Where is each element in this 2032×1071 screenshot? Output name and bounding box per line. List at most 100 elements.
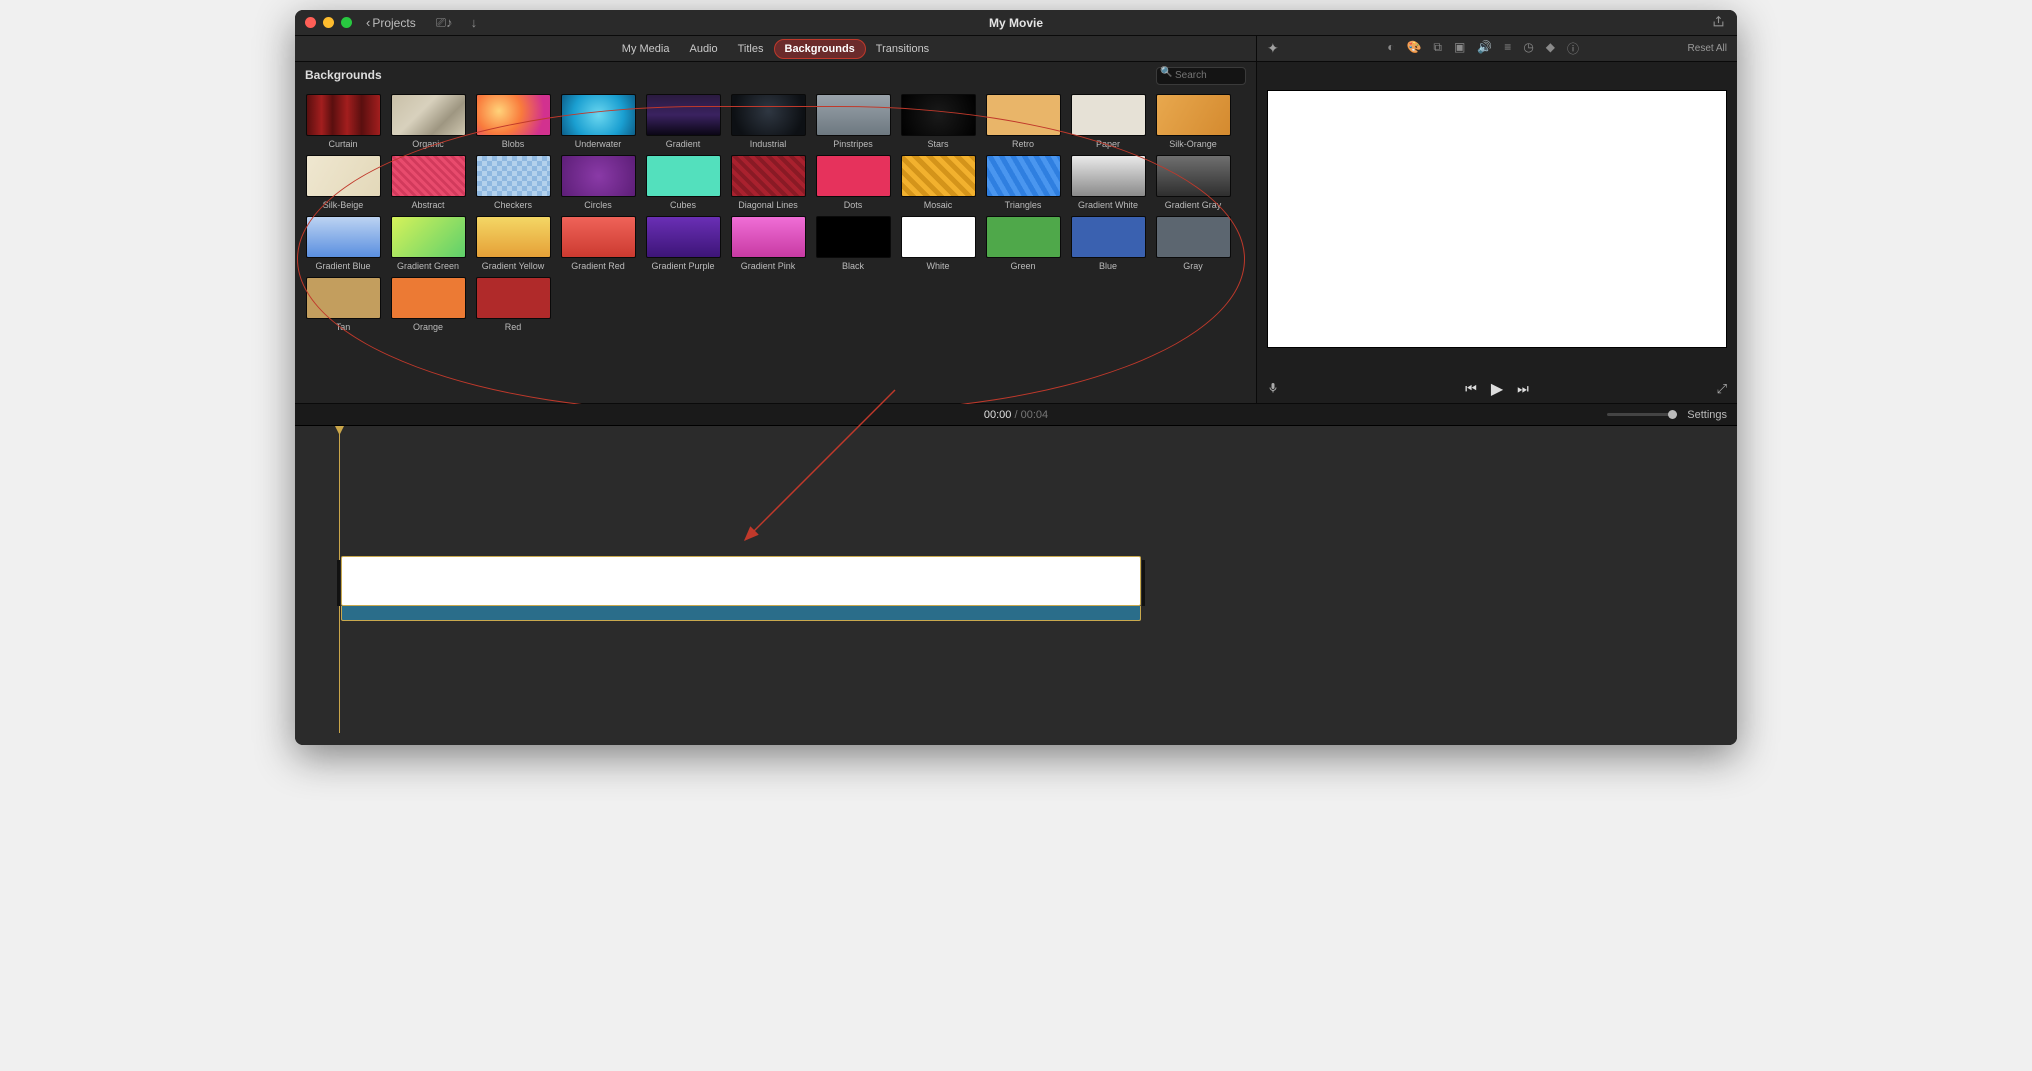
background-swatch [816, 94, 891, 136]
background-thumb-abstract[interactable]: Abstract [388, 155, 468, 210]
background-swatch [986, 155, 1061, 197]
background-swatch [986, 94, 1061, 136]
background-thumb-curtain[interactable]: Curtain [303, 94, 383, 149]
microphone-icon[interactable] [1267, 381, 1279, 398]
background-label: Gray [1183, 261, 1203, 271]
background-swatch [646, 155, 721, 197]
share-icon[interactable] [1712, 15, 1725, 31]
download-icon[interactable]: ↓ [471, 15, 478, 30]
background-thumb-gray[interactable]: Gray [1153, 216, 1233, 271]
background-label: Pinstripes [833, 139, 873, 149]
background-swatch [391, 94, 466, 136]
background-thumb-gradient-green[interactable]: Gradient Green [388, 216, 468, 271]
fullscreen-icon[interactable]: ⤢ [1717, 381, 1727, 397]
background-thumb-silk-orange[interactable]: Silk-Orange [1153, 94, 1233, 149]
background-label: Blobs [502, 139, 525, 149]
movie-title: My Movie [295, 16, 1737, 30]
timeline-clip[interactable] [341, 556, 1141, 621]
background-thumb-organic[interactable]: Organic [388, 94, 468, 149]
tab-backgrounds[interactable]: Backgrounds [774, 39, 866, 59]
clip-trim-left[interactable] [337, 560, 340, 606]
background-thumb-mosaic[interactable]: Mosaic [898, 155, 978, 210]
background-thumb-gradient[interactable]: Gradient [643, 94, 723, 149]
background-thumb-gradient-gray[interactable]: Gradient Gray [1153, 155, 1233, 210]
prev-frame-icon[interactable]: ⏮ [1465, 381, 1477, 397]
background-thumb-paper[interactable]: Paper [1068, 94, 1148, 149]
background-label: Curtain [328, 139, 357, 149]
zoom-knob[interactable] [1668, 410, 1677, 419]
noise-reduction-icon[interactable]: ≡ [1504, 40, 1511, 57]
stabilize-icon[interactable]: ▣ [1454, 40, 1465, 57]
speed-icon[interactable]: ◷ [1523, 40, 1533, 57]
timebar-right: Settings [1607, 409, 1727, 421]
tab-titles[interactable]: Titles [728, 40, 774, 58]
tab-my-media[interactable]: My Media [612, 40, 680, 58]
color-balance-icon[interactable]: ◐ [1387, 40, 1394, 57]
background-thumb-checkers[interactable]: Checkers [473, 155, 553, 210]
background-label: Dots [844, 200, 863, 210]
viewer-toolbar: ✦ ◐ 🎨 ⧉ ▣ 🔊 ≡ ◷ ◆ ⓘ Reset All [1257, 36, 1737, 62]
background-label: Circles [584, 200, 612, 210]
background-label: Green [1010, 261, 1035, 271]
clip-trim-right[interactable] [1142, 560, 1145, 606]
background-thumb-white[interactable]: White [898, 216, 978, 271]
browser-tabs: My MediaAudioTitlesBackgroundsTransition… [295, 36, 1256, 62]
background-swatch [731, 94, 806, 136]
background-label: Silk-Beige [323, 200, 364, 210]
background-thumb-blue[interactable]: Blue [1068, 216, 1148, 271]
background-thumb-tan[interactable]: Tan [303, 277, 383, 332]
crop-icon[interactable]: ⧉ [1433, 40, 1442, 57]
filter-icon[interactable]: ◆ [1546, 40, 1555, 57]
color-correction-icon[interactable]: 🎨 [1406, 40, 1421, 57]
background-thumb-stars[interactable]: Stars [898, 94, 978, 149]
info-icon[interactable]: ⓘ [1567, 40, 1579, 57]
timeline[interactable] [295, 426, 1737, 745]
magic-wand-icon[interactable]: ✦ [1267, 40, 1279, 57]
play-icon[interactable]: ▶ [1491, 379, 1503, 399]
background-swatch [816, 155, 891, 197]
background-thumb-cubes[interactable]: Cubes [643, 155, 723, 210]
play-controls: ⏮ ▶ ⏭ [1465, 379, 1529, 399]
maximize-window-button[interactable] [341, 17, 352, 28]
background-thumb-gradient-blue[interactable]: Gradient Blue [303, 216, 383, 271]
next-frame-icon[interactable]: ⏭ [1517, 381, 1529, 397]
background-thumb-green[interactable]: Green [983, 216, 1063, 271]
import-media-icon[interactable]: ⎚♪ [436, 15, 453, 31]
tab-audio[interactable]: Audio [679, 40, 727, 58]
background-label: Paper [1096, 139, 1120, 149]
background-thumb-circles[interactable]: Circles [558, 155, 638, 210]
panel-header: Backgrounds 🔍 [295, 62, 1256, 88]
background-thumb-black[interactable]: Black [813, 216, 893, 271]
background-swatch [306, 277, 381, 319]
minimize-window-button[interactable] [323, 17, 334, 28]
tab-transitions[interactable]: Transitions [866, 40, 939, 58]
background-thumb-dots[interactable]: Dots [813, 155, 893, 210]
adjust-tools: ◐ 🎨 ⧉ ▣ 🔊 ≡ ◷ ◆ ⓘ [1387, 40, 1579, 57]
clip-video-track[interactable] [341, 556, 1141, 606]
background-thumb-silk-beige[interactable]: Silk-Beige [303, 155, 383, 210]
background-thumb-gradient-white[interactable]: Gradient White [1068, 155, 1148, 210]
timeline-settings-button[interactable]: Settings [1687, 409, 1727, 421]
background-thumb-blobs[interactable]: Blobs [473, 94, 553, 149]
background-thumb-red[interactable]: Red [473, 277, 553, 332]
preview-canvas[interactable] [1267, 90, 1727, 348]
background-swatch [731, 216, 806, 258]
back-to-projects-button[interactable]: ‹ Projects [366, 15, 416, 30]
close-window-button[interactable] [305, 17, 316, 28]
background-thumb-triangles[interactable]: Triangles [983, 155, 1063, 210]
background-thumb-industrial[interactable]: Industrial [728, 94, 808, 149]
background-thumb-pinstripes[interactable]: Pinstripes [813, 94, 893, 149]
background-swatch [1071, 155, 1146, 197]
zoom-slider[interactable] [1607, 413, 1677, 416]
reset-all-button[interactable]: Reset All [1688, 43, 1727, 54]
background-thumb-gradient-red[interactable]: Gradient Red [558, 216, 638, 271]
background-thumb-diagonal-lines[interactable]: Diagonal Lines [728, 155, 808, 210]
background-thumb-gradient-purple[interactable]: Gradient Purple [643, 216, 723, 271]
background-thumb-gradient-yellow[interactable]: Gradient Yellow [473, 216, 553, 271]
background-thumb-retro[interactable]: Retro [983, 94, 1063, 149]
clip-audio-track[interactable] [341, 606, 1141, 621]
background-thumb-gradient-pink[interactable]: Gradient Pink [728, 216, 808, 271]
background-thumb-orange[interactable]: Orange [388, 277, 468, 332]
background-thumb-underwater[interactable]: Underwater [558, 94, 638, 149]
volume-icon[interactable]: 🔊 [1477, 40, 1492, 57]
